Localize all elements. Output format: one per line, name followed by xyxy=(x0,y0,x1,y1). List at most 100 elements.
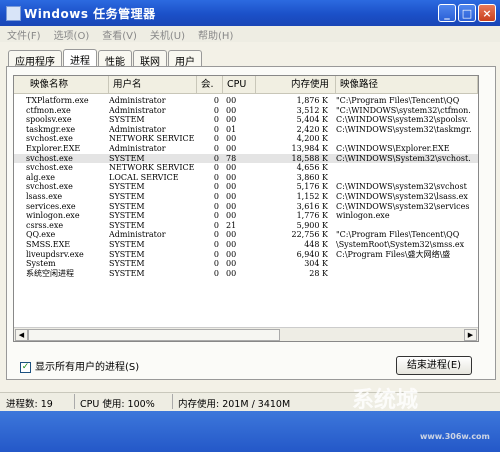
process-user: SYSTEM xyxy=(109,115,145,125)
process-name: svchost.exe xyxy=(26,153,73,163)
process-cpu: 00 xyxy=(226,230,237,240)
process-session: 0 xyxy=(213,182,219,192)
process-path: C:\WINDOWS\system32\spoolsv. xyxy=(336,115,469,125)
process-memory: 22,756 K xyxy=(291,230,328,240)
process-name: SMSS.EXE xyxy=(26,240,71,249)
minimize-button[interactable]: _ xyxy=(438,4,456,22)
window-title: Windows 任务管理器 xyxy=(24,7,156,21)
process-cpu: 00 xyxy=(226,182,237,192)
process-path: "C:\WINDOWS\system32\ctfmon. xyxy=(336,105,471,115)
process-session: 0 xyxy=(213,249,219,259)
process-user: Administrator xyxy=(109,96,166,105)
process-row[interactable]: TXPlatform.exe Administrator 0 00 1,876 K "C:… xyxy=(14,96,478,106)
process-memory: 1,776 K xyxy=(296,211,328,221)
process-memory: 304 K xyxy=(304,259,328,269)
process-row[interactable]: 系统空闲进程 SYSTEM 0 00 28 K xyxy=(14,269,478,279)
process-memory: 28 K xyxy=(309,268,328,278)
process-row[interactable]: svchost.exe NETWORK SERVICE 0 00 4,656 K xyxy=(14,163,478,173)
process-session: 0 xyxy=(213,211,219,221)
process-user: Administrator xyxy=(109,105,166,115)
process-session: 0 xyxy=(213,201,219,211)
process-memory: 3,512 K xyxy=(296,105,328,115)
process-row[interactable]: svchost.exe SYSTEM 0 00 5,176 K C:\WINDOWS\sy… xyxy=(14,182,478,192)
process-user: SYSTEM xyxy=(109,182,145,192)
menu-help[interactable]: 帮助(H) xyxy=(191,26,239,42)
process-user: SYSTEM xyxy=(109,249,145,259)
process-row[interactable]: alg.exe LOCAL SERVICE 0 00 3,860 K xyxy=(14,173,478,183)
watermark-site: www.306w.com xyxy=(420,432,490,441)
process-row[interactable]: services.exe SYSTEM 0 00 3,616 K C:\WINDOWS\s… xyxy=(14,202,478,212)
scroll-right-icon[interactable]: ▶ xyxy=(464,329,477,341)
process-session: 0 xyxy=(213,153,219,163)
process-row[interactable]: taskmgr.exe Administrator 0 01 2,420 K C:\WIN… xyxy=(14,125,478,135)
process-cpu: 00 xyxy=(226,96,237,105)
process-memory: 448 K xyxy=(304,240,328,249)
process-user: SYSTEM xyxy=(109,211,145,221)
scroll-thumb[interactable] xyxy=(28,329,280,341)
process-session: 0 xyxy=(213,144,219,153)
process-cpu: 00 xyxy=(226,144,237,153)
column-session[interactable]: 会. xyxy=(197,76,223,93)
process-name: Explorer.EXE xyxy=(26,144,81,153)
process-session: 0 xyxy=(213,220,219,230)
process-user: NETWORK SERVICE xyxy=(109,134,195,144)
process-name: 系统空闲进程 xyxy=(26,268,74,278)
process-name: liveupdsrv.exe xyxy=(26,249,84,259)
process-user: Administrator xyxy=(109,124,166,134)
process-path: C:\WINDOWS\system32\lsass.ex xyxy=(336,192,468,201)
process-path: C:\Program Files\盛大网络\盛 xyxy=(336,249,451,259)
process-user: SYSTEM xyxy=(109,192,145,201)
process-list[interactable]: 映像名称 用户名 会. CPU 内存使用 映像路径 TXPlatform.exe… xyxy=(13,75,479,342)
menu-shutdown[interactable]: 关机(U) xyxy=(143,26,191,42)
column-image-name[interactable]: 映像名称 xyxy=(14,76,109,93)
process-row[interactable]: svchost.exe NETWORK SERVICE 0 00 4,200 K xyxy=(14,134,478,144)
process-row[interactable]: csrss.exe SYSTEM 0 21 5,900 K xyxy=(14,221,478,231)
process-memory: 1,876 K xyxy=(296,96,328,105)
process-row[interactable]: spoolsv.exe SYSTEM 0 00 5,404 K C:\WINDOWS\sy… xyxy=(14,115,478,125)
show-all-users-checkbox[interactable]: ✓ xyxy=(20,361,31,373)
menu-file[interactable]: 文件(F) xyxy=(0,26,47,42)
task-manager-icon xyxy=(6,6,21,21)
process-memory: 3,616 K xyxy=(296,201,328,211)
process-name: TXPlatform.exe xyxy=(26,96,89,105)
process-session: 0 xyxy=(213,96,219,105)
process-cpu: 21 xyxy=(226,220,237,230)
column-memory[interactable]: 内存使用 xyxy=(256,76,336,93)
process-row[interactable]: SMSS.EXE SYSTEM 0 00 448 K \SystemRoot\System… xyxy=(14,240,478,250)
process-name: csrss.exe xyxy=(26,220,64,230)
process-row[interactable]: winlogon.exe SYSTEM 0 00 1,776 Kwinlogon.exe xyxy=(14,211,478,221)
process-path: C:\WINDOWS\system32\svchost xyxy=(336,182,467,192)
scroll-left-icon[interactable]: ◀ xyxy=(15,329,28,341)
process-user: SYSTEM xyxy=(109,201,145,211)
title-bar: Windows 任务管理器 _ □ × xyxy=(0,0,500,26)
end-process-button[interactable]: 结束进程(E) xyxy=(396,356,472,375)
menu-options[interactable]: 选项(O) xyxy=(47,26,96,42)
show-all-users-label: 显示所有用户的进程(S) xyxy=(35,362,140,373)
menu-view[interactable]: 查看(V) xyxy=(95,26,143,42)
process-row[interactable]: System SYSTEM 0 00 304 K xyxy=(14,259,478,269)
process-cpu: 00 xyxy=(226,240,237,249)
process-row[interactable]: Explorer.EXE Administrator 0 00 13,984 K C:\W… xyxy=(14,144,478,154)
watermark-logo: 系统城 xyxy=(352,388,419,413)
process-name: svchost.exe xyxy=(26,134,73,144)
maximize-button[interactable]: □ xyxy=(458,4,476,22)
process-memory: 5,900 K xyxy=(296,220,328,230)
process-memory: 1,152 K xyxy=(296,192,328,201)
process-row[interactable]: liveupdsrv.exe SYSTEM 0 00 6,940 K C:\Program… xyxy=(14,250,478,260)
process-user: Administrator xyxy=(109,230,166,240)
process-session: 0 xyxy=(213,124,219,134)
process-name: alg.exe xyxy=(26,172,55,182)
column-image-path[interactable]: 映像路径 xyxy=(336,76,478,93)
status-cpu-usage: CPU 使用: 100% xyxy=(80,399,155,410)
show-all-users-option[interactable]: ✓ 显示所有用户的进程(S) xyxy=(20,358,139,373)
horizontal-scrollbar[interactable]: ◀ ▶ xyxy=(14,327,478,341)
process-memory: 13,984 K xyxy=(291,144,328,153)
process-row[interactable]: ctfmon.exe Administrator 0 00 3,512 K "C:\WIN… xyxy=(14,106,478,116)
column-cpu[interactable]: CPU xyxy=(223,76,256,93)
process-row[interactable]: svchost.exe SYSTEM 0 78 18,588 K C:\WINDOWS\S… xyxy=(14,153,478,164)
process-row[interactable]: QQ.exe Administrator 0 00 22,756 K "C:\Progra… xyxy=(14,230,478,240)
process-row[interactable]: lsass.exe SYSTEM 0 00 1,152 K C:\WINDOWS\syst… xyxy=(14,192,478,202)
close-button[interactable]: × xyxy=(478,4,496,22)
process-user: NETWORK SERVICE xyxy=(109,163,195,173)
column-user-name[interactable]: 用户名 xyxy=(109,76,197,93)
